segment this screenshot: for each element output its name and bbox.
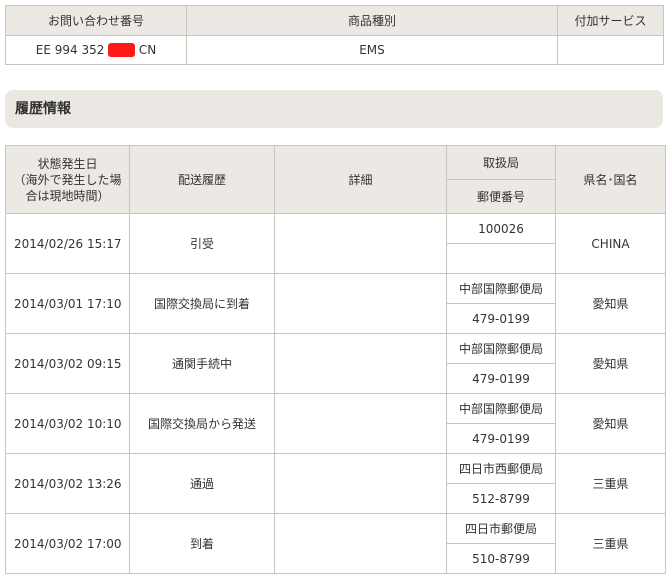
prefecture-country-header: 県名･国名 [555,145,666,214]
history-region: 三重県 [555,513,666,574]
history-row: 2014/02/26 15:17 引受 100026 CHINA [5,213,666,274]
history-row: 2014/03/02 17:00 到着 四日市郵便局 三重県 [5,513,666,574]
details-header: 詳細 [274,145,447,214]
history-table: 状態発生日 （海外で発生した場 合は現地時間） 配送履歴 詳細 取扱局 県名･国… [5,145,666,574]
history-date: 2014/03/01 17:10 [5,273,130,334]
additional-service-value [557,35,664,65]
history-status: 国際交換局に到着 [129,273,275,334]
history-detail [274,513,447,574]
tracking-redacted: 473 [108,43,136,57]
history-region: 三重県 [555,453,666,514]
history-rows: 2014/02/26 15:17 引受 100026 CHINA 2014/03… [5,213,666,574]
postal-code-header: 郵便番号 [446,179,556,214]
history-region: 愛知県 [555,273,666,334]
history-office: 中部国際郵便局 [446,333,556,364]
history-date: 2014/02/26 15:17 [5,213,130,274]
history-status: 通過 [129,453,275,514]
tracking-suffix: CN [135,43,157,57]
history-postal: 479-0199 [446,363,556,394]
history-date: 2014/03/02 10:10 [5,393,130,454]
history-detail [274,453,447,514]
delivery-history-header: 配送履歴 [129,145,275,214]
history-postal: 512-8799 [446,483,556,514]
history-region: 愛知県 [555,393,666,454]
history-office: 中部国際郵便局 [446,273,556,304]
additional-service-header: 付加サービス [557,5,664,36]
history-postal: 479-0199 [446,303,556,334]
history-row: 2014/03/02 10:10 国際交換局から発送 中部国際郵便局 愛知県 [5,393,666,454]
history-header-row-1: 状態発生日 （海外で発生した場 合は現地時間） 配送履歴 詳細 取扱局 県名･国… [5,145,666,214]
history-detail [274,273,447,334]
history-region: 愛知県 [555,333,666,394]
office-header: 取扱局 [446,145,556,180]
history-office: 四日市郵便局 [446,513,556,544]
history-status: 引受 [129,213,275,274]
history-date: 2014/03/02 17:00 [5,513,130,574]
item-type-value: EMS [186,35,558,65]
history-row: 2014/03/02 13:26 通過 四日市西郵便局 三重県 [5,453,666,514]
date-header-line1: 状態発生日 [37,156,98,171]
date-header: 状態発生日 （海外で発生した場 合は現地時間） [5,145,130,214]
history-detail [274,393,447,454]
tracking-number: EE 994 352 473 CN [5,35,187,65]
summary-header-row: お問い合わせ番号 商品種別 付加サービス [5,5,664,36]
history-postal: 510-8799 [446,543,556,574]
history-section-title: 履歴情報 [5,90,663,128]
history-row: 2014/03/02 09:15 通関手続中 中部国際郵便局 愛知県 [5,333,666,394]
history-postal: 479-0199 [446,423,556,454]
history-date: 2014/03/02 09:15 [5,333,130,394]
item-type-header: 商品種別 [186,5,558,36]
history-status: 到着 [129,513,275,574]
history-region: CHINA [555,213,666,274]
tracking-prefix: EE 994 352 [35,43,109,57]
date-header-line3: 合は現地時間） [25,188,110,203]
history-postal [446,243,556,274]
history-row: 2014/03/01 17:10 国際交換局に到着 中部国際郵便局 愛知県 [5,273,666,334]
date-header-line2: （海外で発生した場 [13,172,122,187]
history-office: 100026 [446,213,556,244]
history-office: 中部国際郵便局 [446,393,556,424]
summary-value-row: EE 994 352 473 CN EMS [5,35,664,65]
history-detail [274,213,447,274]
inquiry-number-header: お問い合わせ番号 [5,5,187,36]
history-status: 国際交換局から発送 [129,393,275,454]
history-status: 通関手続中 [129,333,275,394]
history-detail [274,333,447,394]
history-office: 四日市西郵便局 [446,453,556,484]
history-date: 2014/03/02 13:26 [5,453,130,514]
summary-table: お問い合わせ番号 商品種別 付加サービス EE 994 352 473 CN E… [5,5,664,65]
